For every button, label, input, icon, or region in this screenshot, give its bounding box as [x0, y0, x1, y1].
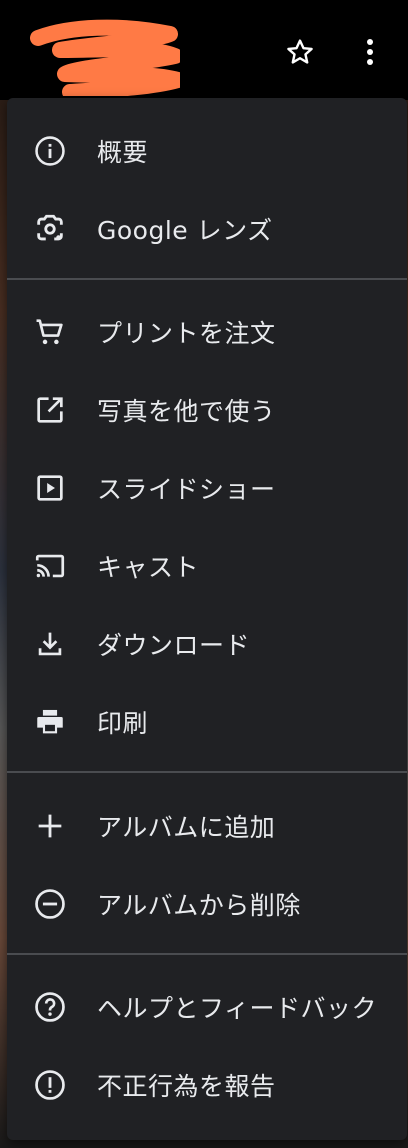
more-vert-icon [367, 39, 373, 65]
report-icon [32, 1067, 68, 1103]
print-icon [32, 704, 68, 740]
menu-item-label: アルバムに追加 [97, 813, 276, 842]
menu-item-cast[interactable]: キャスト [7, 534, 407, 598]
remove-circle-icon [32, 886, 68, 922]
menu-item-download[interactable]: ダウンロード [7, 612, 407, 676]
menu-item-print[interactable]: 印刷 [7, 690, 407, 754]
redacted-title-scribble [30, 19, 180, 96]
menu-item-label: 印刷 [97, 709, 149, 738]
menu-item-use-elsewhere[interactable]: 写真を他で使う [7, 378, 407, 442]
download-icon [32, 626, 68, 662]
menu-item-slideshow[interactable]: スライドショー [7, 456, 407, 520]
overflow-menu: 概要 Google レンズ プリントを注文 写真を他で使う スライドショー キャ… [7, 98, 407, 1140]
menu-item-report-abuse[interactable]: 不正行為を報告 [7, 1053, 407, 1117]
open-external-icon [32, 392, 68, 428]
menu-item-label: 不正行為を報告 [97, 1072, 276, 1101]
cart-icon [32, 314, 68, 350]
favorite-button[interactable] [280, 32, 320, 72]
menu-item-google-lens[interactable]: Google レンズ [7, 197, 407, 261]
menu-item-label: Google レンズ [97, 216, 273, 245]
menu-item-label: キャスト [97, 553, 200, 582]
help-icon [32, 989, 68, 1025]
menu-item-add-to-album[interactable]: アルバムに追加 [7, 794, 407, 858]
menu-item-label: プリントを注文 [97, 319, 276, 348]
info-icon [32, 133, 68, 169]
top-app-bar [0, 0, 408, 100]
menu-item-label: ヘルプとフィードバック [97, 994, 378, 1023]
slideshow-icon [32, 470, 68, 506]
google-lens-icon [32, 211, 68, 247]
more-options-button[interactable] [352, 32, 388, 72]
screen: 概要 Google レンズ プリントを注文 写真を他で使う スライドショー キャ… [0, 0, 408, 1148]
menu-item-info[interactable]: 概要 [7, 119, 407, 183]
menu-divider [7, 771, 407, 773]
menu-divider [7, 953, 407, 955]
menu-item-label: 概要 [97, 138, 149, 167]
menu-item-help-feedback[interactable]: ヘルプとフィードバック [7, 975, 407, 1039]
plus-icon [32, 808, 68, 844]
menu-item-label: スライドショー [97, 475, 276, 504]
menu-item-remove-from-album[interactable]: アルバムから削除 [7, 872, 407, 936]
cast-icon [32, 548, 68, 584]
menu-item-label: アルバムから削除 [97, 891, 301, 920]
menu-item-label: ダウンロード [97, 631, 251, 660]
menu-divider [7, 278, 407, 280]
menu-item-label: 写真を他で使う [97, 397, 276, 426]
menu-item-order-prints[interactable]: プリントを注文 [7, 300, 407, 364]
star-icon [287, 39, 313, 64]
